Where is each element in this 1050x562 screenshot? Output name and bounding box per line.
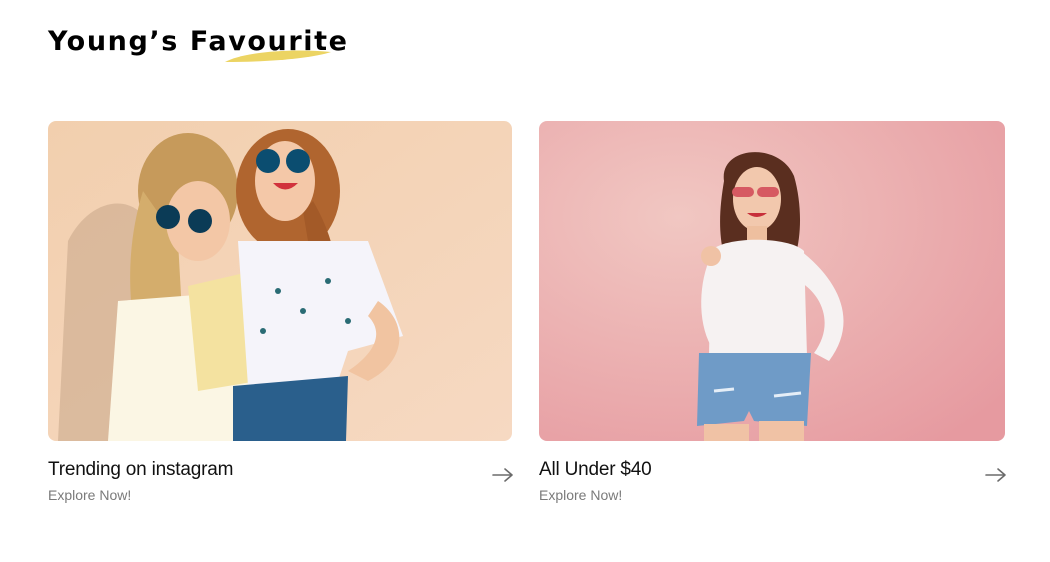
card-title-under-40[interactable]: All Under $40 bbox=[539, 458, 652, 482]
card-image-trending[interactable] bbox=[48, 121, 512, 441]
woman-pink-background-photo bbox=[539, 121, 1005, 441]
two-women-sunglasses-photo bbox=[48, 121, 512, 441]
favourites-section: Young’s Favourite Trending on instagram … bbox=[0, 0, 1050, 562]
card-link-explore[interactable]: Explore Now! bbox=[48, 486, 131, 504]
collection-card-trending[interactable]: Trending on instagram Explore Now! bbox=[48, 121, 514, 511]
arrow-right-icon[interactable] bbox=[492, 467, 514, 483]
arrow-right-icon[interactable] bbox=[985, 467, 1007, 483]
section-heading: Young’s Favourite bbox=[48, 22, 349, 70]
card-title-trending[interactable]: Trending on instagram bbox=[48, 458, 233, 482]
section-title: Young’s Favourite bbox=[48, 26, 349, 57]
card-image-under-40[interactable] bbox=[539, 121, 1005, 441]
collection-card-under-40[interactable]: All Under $40 Explore Now! bbox=[539, 121, 1007, 511]
card-link-explore[interactable]: Explore Now! bbox=[539, 486, 622, 504]
